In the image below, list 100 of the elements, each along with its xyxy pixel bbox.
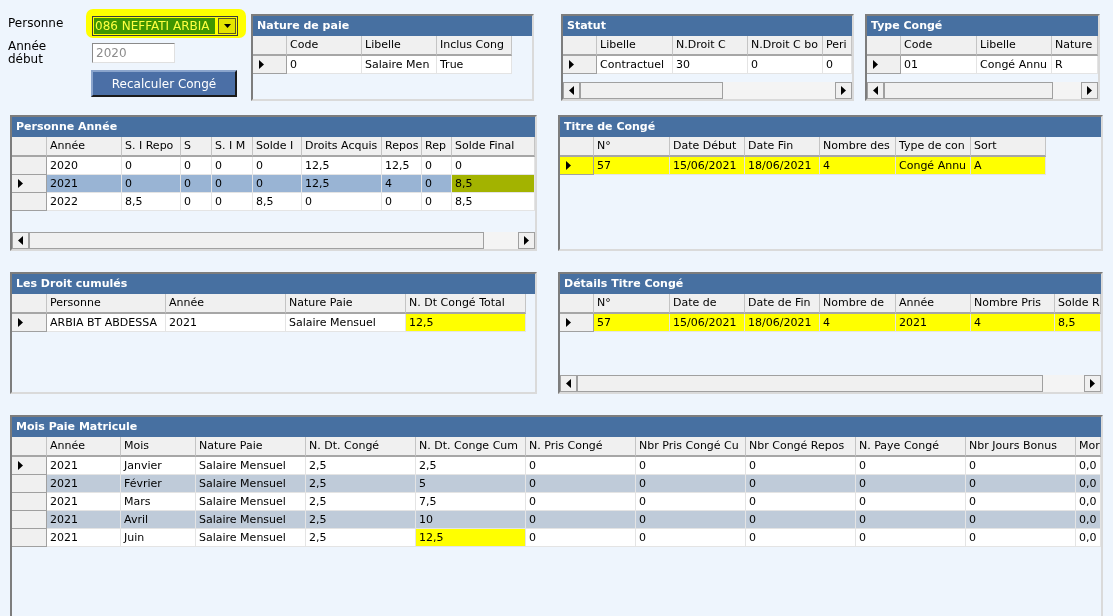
column-header[interactable]: Nbr Jours Bonus [966, 437, 1076, 457]
column-header[interactable]: N. Dt. Conge Cum [416, 437, 526, 457]
column-header[interactable]: Type de con [896, 137, 971, 157]
column-header[interactable]: N. Dt. Congé [306, 437, 416, 457]
table-cell: 0 [856, 457, 966, 475]
table-cell: 2,5 [306, 493, 416, 511]
column-header[interactable]: Nombre de [820, 294, 896, 314]
column-header[interactable]: Code [287, 36, 362, 56]
column-header[interactable]: Année [166, 294, 286, 314]
table-cell: 2,5 [306, 475, 416, 493]
column-header[interactable]: Code [901, 36, 977, 56]
column-header[interactable]: Nature Paie [196, 437, 306, 457]
column-header[interactable]: Peri [823, 36, 852, 56]
table-cell: 0 [966, 457, 1076, 475]
table-cell: 12,5 [302, 157, 382, 175]
column-header[interactable]: Sort [971, 137, 1046, 157]
person-dropdown[interactable]: 086 NEFFATI ARBIA [92, 16, 238, 36]
column-header[interactable]: Libelle [362, 36, 437, 56]
table-cell: 0 [422, 175, 452, 193]
column-header[interactable]: Mor [1076, 437, 1101, 457]
table-cell: 0 [966, 475, 1076, 493]
header-corner [12, 137, 47, 157]
table-cell: 0 [122, 157, 181, 175]
column-header[interactable]: S. I Repo [122, 137, 181, 157]
caret-left-icon [873, 86, 878, 95]
dropdown-button[interactable] [218, 18, 236, 34]
scroll-right-button[interactable] [835, 82, 852, 99]
header-corner [12, 294, 47, 314]
column-header[interactable]: N. Dt Congé Total [406, 294, 526, 314]
column-header[interactable]: Inclus Cong [437, 36, 512, 56]
column-header[interactable]: Solde R [1055, 294, 1101, 314]
scroll-right-button[interactable] [518, 232, 535, 249]
column-header[interactable]: Libelle [597, 36, 673, 56]
column-header[interactable]: S. I M [212, 137, 253, 157]
column-header[interactable]: Mois [121, 437, 196, 457]
table-cell: 18/06/2021 [745, 157, 820, 175]
row-header[interactable] [12, 175, 47, 193]
column-header[interactable]: Nature [1052, 36, 1098, 56]
table-cell: 5 [416, 475, 526, 493]
table-cell: 0 [636, 493, 746, 511]
column-header[interactable]: Date de Fin [745, 294, 820, 314]
column-header[interactable]: N. Pris Congé [526, 437, 636, 457]
row-header[interactable] [867, 56, 901, 74]
table-cell: 2021 [166, 314, 286, 332]
column-header[interactable]: Nbr Pris Congé Cu [636, 437, 746, 457]
table-cell: 2021 [47, 511, 121, 529]
recalculate-button[interactable]: Recalculer Congé [91, 70, 237, 97]
scroll-left-button[interactable] [560, 375, 577, 392]
column-header[interactable]: Nombre Pris [971, 294, 1055, 314]
table-cell: 4 [382, 175, 422, 193]
column-header[interactable]: N. Paye Congé [856, 437, 966, 457]
table-cell: ARBIA BT ABDESSA [47, 314, 166, 332]
column-header[interactable]: S [181, 137, 212, 157]
table-cell: 0 [212, 193, 253, 211]
table-cell: Mars [121, 493, 196, 511]
scroll-thumb[interactable] [580, 82, 723, 99]
column-header[interactable]: Personne [47, 294, 166, 314]
column-header[interactable]: Repos [382, 137, 422, 157]
table-cell: 0 [181, 157, 212, 175]
row-header[interactable] [560, 157, 594, 175]
column-header[interactable]: Nombre des [820, 137, 896, 157]
scroll-right-button[interactable] [1081, 82, 1098, 99]
row-header[interactable] [253, 56, 287, 74]
row-header[interactable] [12, 314, 47, 332]
column-header[interactable]: N.Droit C bo [748, 36, 823, 56]
scroll-left-button[interactable] [867, 82, 884, 99]
table-cell: 0 [253, 175, 302, 193]
scroll-left-button[interactable] [563, 82, 580, 99]
caret-right-icon [841, 86, 846, 95]
table-cell: 0 [526, 493, 636, 511]
column-header[interactable]: Nature Paie [286, 294, 406, 314]
caret-right-icon [1087, 86, 1092, 95]
column-header[interactable]: Libelle [977, 36, 1052, 56]
scroll-left-button[interactable] [12, 232, 29, 249]
panel-title: Mois Paie Matricule [12, 417, 1101, 437]
column-header[interactable]: N° [594, 294, 670, 314]
scroll-thumb[interactable] [884, 82, 1054, 99]
column-header[interactable]: Date de [670, 294, 745, 314]
table-cell: 0 [526, 529, 636, 547]
table-cell: Salaire Mensuel [196, 475, 306, 493]
scroll-right-button[interactable] [1084, 375, 1101, 392]
column-header[interactable]: N° [594, 137, 670, 157]
table-cell: 57 [594, 314, 670, 332]
column-header[interactable]: Nbr Congé Repos [746, 437, 856, 457]
column-header[interactable]: Date Début [670, 137, 745, 157]
caret-right-icon [1090, 379, 1095, 388]
row-header[interactable] [560, 314, 594, 332]
table-cell: 2021 [47, 457, 121, 475]
column-header[interactable]: Solde I [253, 137, 302, 157]
row-header[interactable] [563, 56, 597, 74]
column-header[interactable]: Année [47, 437, 121, 457]
table-cell: True [437, 56, 512, 74]
row-header[interactable] [12, 457, 47, 475]
column-header[interactable]: Rep [422, 137, 452, 157]
column-header[interactable]: Solde Final [452, 137, 535, 157]
column-header[interactable]: Droits Acquis [302, 137, 382, 157]
column-header[interactable]: N.Droit C [673, 36, 748, 56]
column-header[interactable]: Année [47, 137, 122, 157]
column-header[interactable]: Date Fin [745, 137, 820, 157]
column-header[interactable]: Année [896, 294, 971, 314]
